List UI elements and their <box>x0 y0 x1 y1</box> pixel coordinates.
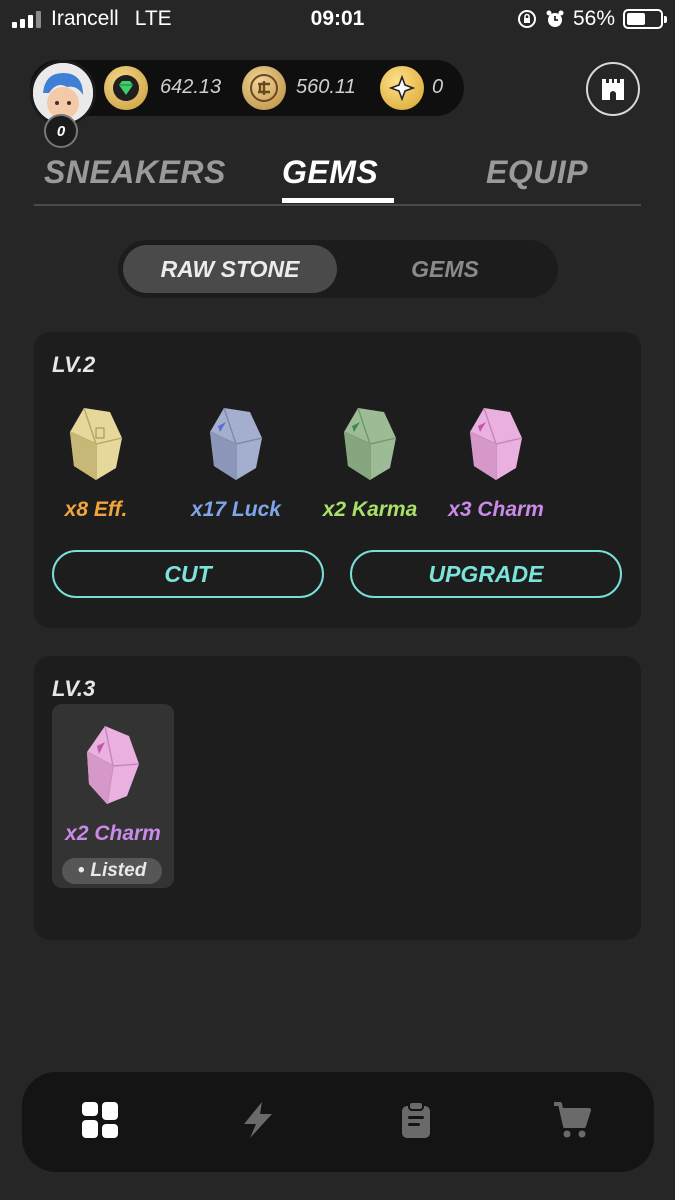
star-balance: 0 <box>432 76 444 98</box>
status-bar: Irancell LTE 09:01 56% <box>0 0 675 40</box>
stone-charm[interactable]: x3 Charm <box>436 404 556 522</box>
lightning-icon <box>244 1102 272 1138</box>
nav-tasks[interactable] <box>396 1100 440 1144</box>
avatar-badge: 0 <box>44 114 78 148</box>
nav-home[interactable] <box>80 1100 124 1144</box>
battery-icon <box>623 9 667 29</box>
card-title: LV.2 <box>52 352 96 377</box>
gem-token-icon <box>104 66 148 110</box>
cut-button[interactable]: CUT <box>52 550 324 598</box>
upgrade-button[interactable]: UPGRADE <box>350 550 622 598</box>
tab-gems[interactable]: GEMS <box>282 154 378 191</box>
battery-percent: 56% <box>572 7 615 30</box>
stone-luck[interactable]: x17 Luck <box>176 404 296 522</box>
stone-label: x8 Eff. <box>64 498 128 521</box>
stone-label: x17 Luck <box>191 498 281 521</box>
nav-run[interactable] <box>238 1100 282 1144</box>
cart-icon <box>554 1102 591 1138</box>
gst-balance: 560.11 <box>296 76 356 98</box>
rotation-lock-icon <box>517 10 536 28</box>
raw-stone-charm-icon <box>86 725 140 805</box>
tab-sneakers[interactable]: SNEAKERS <box>44 154 226 191</box>
tab-equip[interactable]: EQUIP <box>486 154 588 191</box>
alarm-icon <box>546 10 564 27</box>
card-title: LV.3 <box>52 676 96 701</box>
lv2-card: LV.2 x8 Eff. x17 Luck x2 Karma x3 Charm … <box>34 332 641 628</box>
gst-token-icon <box>242 66 286 110</box>
segment-raw-stone[interactable]: RAW STONE <box>123 245 337 293</box>
segment-gems[interactable]: GEMS <box>337 245 553 293</box>
nav-shop[interactable] <box>552 1100 596 1144</box>
raw-stone-efficiency-icon <box>69 407 123 480</box>
castle-button[interactable] <box>586 62 640 116</box>
status-dot: • <box>77 860 85 881</box>
castle-icon <box>602 79 624 100</box>
clipboard-icon <box>402 1101 430 1138</box>
listed-stone-item[interactable]: x2 Charm • Listed <box>52 704 174 888</box>
listed-badge: • Listed <box>62 858 162 884</box>
stone-label: x3 Charm <box>448 498 544 521</box>
active-tab-indicator <box>282 198 394 203</box>
star-token-icon <box>380 66 424 110</box>
bottom-nav <box>22 1072 654 1172</box>
gem-balance: 642.13 <box>160 76 222 98</box>
stone-karma[interactable]: x2 Karma <box>310 404 430 522</box>
segmented-control: RAW STONE GEMS <box>118 240 558 298</box>
raw-stone-karma-icon <box>343 407 397 480</box>
stone-label: x2 Karma <box>322 498 418 521</box>
raw-stone-charm-icon <box>469 407 523 480</box>
raw-stone-luck-icon <box>209 407 263 480</box>
listed-label: Listed <box>90 860 147 881</box>
stone-label: x2 Charm <box>65 822 161 845</box>
grid-icon <box>82 1102 118 1138</box>
lv3-card: LV.3 x2 Charm • Listed <box>34 656 641 940</box>
stone-efficiency[interactable]: x8 Eff. <box>36 404 156 522</box>
